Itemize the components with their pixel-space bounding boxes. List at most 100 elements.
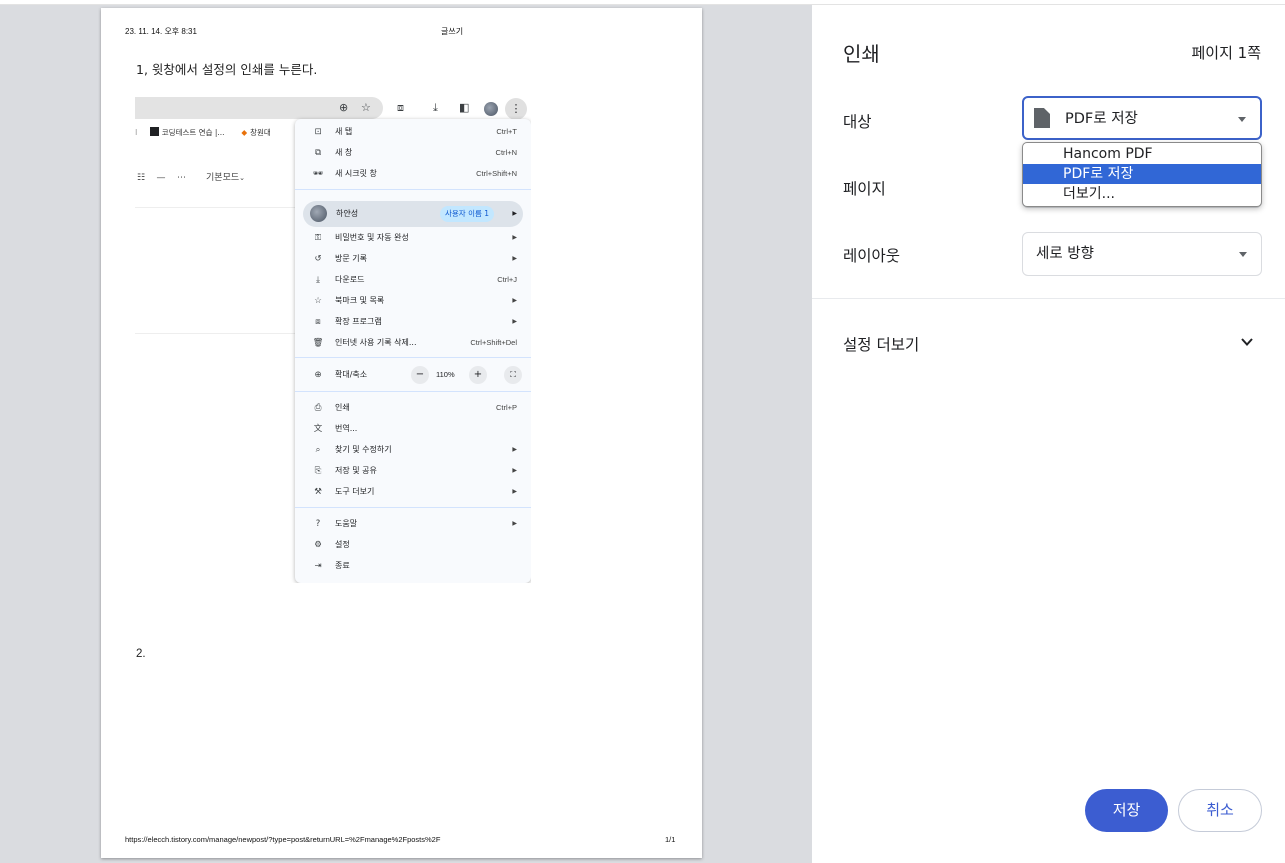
layout-value: 세로 방향: [1036, 246, 1094, 262]
toolbox-icon: ⚒: [314, 487, 322, 497]
zoom-in-button: +: [469, 366, 487, 384]
find-icon: ⌕: [315, 445, 321, 455]
submenu-arrow-icon: ▶: [512, 318, 517, 325]
submenu-arrow-icon: ▶: [512, 255, 517, 262]
zoom-icon: ⊕: [339, 101, 349, 114]
preview-page: 23. 11. 14. 오후 8:31 글쓰기 1, 윗창에서 설정의 인쇄를 …: [101, 8, 702, 858]
submenu-arrow-icon: ▶: [512, 467, 517, 474]
menu-item-incognito: 🕶 새 시크릿 창 Ctrl+Shift+N: [295, 165, 531, 183]
doc-step-1-text: 1, 윗창에서 설정의 인쇄를 누른다.: [136, 62, 318, 77]
menu-item-print: ⎙ 인쇄 Ctrl+P: [295, 399, 531, 417]
chevron-down-icon[interactable]: [1240, 335, 1254, 349]
submenu-arrow-icon: ▶: [512, 520, 517, 527]
bookmark-label: 코딩테스트 연습 |...: [161, 128, 225, 137]
incognito-icon: 🕶: [312, 169, 324, 179]
bookmark-logo-icon: ◆: [241, 128, 248, 137]
submenu-arrow-icon: ▶: [512, 488, 517, 495]
menu-item-translate: 文 번역...: [295, 420, 531, 438]
menu-item-find: ⌕ 찾기 및 수정하기 ▶: [295, 441, 531, 459]
more-icon: ⋯: [176, 173, 186, 183]
menu-item-bookmarks: ☆ 북마크 및 목록 ▶: [295, 292, 531, 310]
menu-item-exit: ⇥ 종료: [295, 557, 531, 575]
menu-separator: [295, 357, 531, 358]
hr-icon: —: [156, 173, 166, 183]
bookmark-label: 창원대: [250, 128, 271, 137]
trash-icon: 🗑: [312, 338, 324, 348]
print-preview-area[interactable]: 23. 11. 14. 오후 8:31 글쓰기 1, 윗창에서 설정의 인쇄를 …: [0, 5, 812, 863]
menu-item-history: ↺ 방문 기록 ▶: [295, 250, 531, 268]
destination-option-more[interactable]: 더보기...: [1023, 184, 1261, 204]
page-header-title: 글쓰기: [441, 27, 464, 36]
menu-item-extensions: ⧈ 확장 프로그램 ▶: [295, 313, 531, 331]
translate-icon: 文: [313, 424, 323, 434]
dropdown-caret-icon: [1239, 252, 1247, 257]
menu-item-new-tab: ⊡ 새 탭 Ctrl+T: [295, 123, 531, 141]
bookmark-flag-icon: [149, 127, 159, 136]
submenu-arrow-icon: ▶: [512, 210, 517, 217]
submenu-arrow-icon: ▶: [512, 297, 517, 304]
new-window-icon: ⧉: [314, 148, 322, 158]
editor-mode-label: 기본모드: [206, 173, 240, 183]
screenshot-editor-toolbar: ☷ — ⋯ 기본모드⌄: [137, 173, 246, 183]
destination-label: 대상: [843, 113, 872, 131]
new-tab-icon: ⊡: [314, 127, 322, 137]
settings-icon: ⚙: [314, 540, 322, 550]
list-icon: ☷: [137, 173, 146, 183]
destination-option-hancom-pdf[interactable]: Hancom PDF: [1023, 144, 1261, 164]
file-icon: [1034, 108, 1050, 128]
menu-profile-row: 하얀성 사용자 이름 1 ▶: [303, 201, 523, 227]
save-share-icon: ⎘: [314, 466, 322, 476]
page-footer-url: https://elecch.tistory.com/manage/newpos…: [125, 835, 441, 844]
destination-value: PDF로 저장: [1065, 111, 1138, 127]
menu-item-settings: ⚙ 설정: [295, 536, 531, 554]
layout-label: 레이아웃: [843, 247, 901, 265]
sidepanel-icon: ◧: [459, 101, 470, 114]
screenshot-bookmark-bar: ⁝ 코딩테스트 연습 |... ◆ 창원대: [135, 127, 271, 137]
destination-dropdown-list: Hancom PDF PDF로 저장 더보기...: [1022, 142, 1262, 207]
menu-item-downloads: ⤓ 다운로드 Ctrl+J: [295, 271, 531, 289]
page-title: 인쇄: [843, 42, 880, 66]
screenshot-address-bar: ⊕ ☆: [135, 97, 383, 119]
divider: [812, 298, 1285, 299]
download-icon: ⤓: [316, 275, 320, 285]
destination-select[interactable]: PDF로 저장: [1022, 96, 1262, 140]
print-settings-panel: 인쇄 페이지 1쪽 대상 PDF로 저장 페이지 레이아웃 세로 방향 Hanc…: [812, 5, 1285, 863]
cancel-button[interactable]: 취소: [1178, 789, 1262, 832]
menu-separator: [295, 189, 531, 190]
layout-select[interactable]: 세로 방향: [1022, 232, 1262, 276]
avatar: [484, 102, 498, 116]
destination-option-save-pdf[interactable]: PDF로 저장: [1023, 164, 1261, 184]
profile-name: 하얀성: [336, 209, 359, 218]
zoom-value: 110%: [436, 370, 455, 379]
page-header-datetime: 23. 11. 14. 오후 8:31: [125, 27, 197, 36]
save-button[interactable]: 저장: [1085, 789, 1168, 832]
more-settings-toggle[interactable]: 설정 더보기: [843, 333, 919, 355]
menu-item-new-window: ⧉ 새 창 Ctrl+N: [295, 144, 531, 162]
doc-step-2-text: 2.: [136, 648, 146, 660]
menu-item-save-share: ⎘ 저장 및 공유 ▶: [295, 462, 531, 480]
extension-icon: ⧈: [315, 317, 321, 327]
print-icon: ⎙: [314, 403, 322, 413]
menu-item-help: ? 도움말 ▶: [295, 515, 531, 533]
key-icon: ⚿: [314, 233, 322, 243]
extension-icon: ⧈: [397, 101, 404, 114]
menu-item-clear-history: 🗑 인터넷 사용 기록 삭제... Ctrl+Shift+Del: [295, 334, 531, 352]
kebab-menu-icon: ⋮: [505, 98, 527, 120]
embedded-browser-screenshot: ⊕ ☆ ⧈ ⤓ ◧ ⋮ ⁝ 코딩테스트 연습 |... ◆ 창원대 ☷ — ⋯ 기…: [135, 93, 531, 583]
fullscreen-icon: ⛶: [504, 366, 522, 384]
page-footer-number: 1/1: [665, 835, 676, 844]
pages-label: 페이지: [843, 180, 886, 198]
menu-item-more-tools: ⚒ 도구 더보기 ▶: [295, 483, 531, 501]
exit-icon: ⇥: [314, 561, 322, 571]
dropdown-caret-icon: [1238, 117, 1246, 122]
submenu-arrow-icon: ▶: [512, 234, 517, 241]
menu-separator: [295, 507, 531, 508]
page-count: 페이지 1쪽: [1191, 44, 1261, 62]
profile-chip: 사용자 이름 1: [440, 206, 495, 222]
star-icon: ☆: [361, 101, 371, 114]
chrome-main-menu: ⊡ 새 탭 Ctrl+T ⧉ 새 창 Ctrl+N 🕶 새 시크릿 창 Ctrl…: [295, 119, 531, 583]
submenu-arrow-icon: ▶: [512, 446, 517, 453]
zoom-out-button: −: [411, 366, 429, 384]
help-icon: ?: [315, 519, 321, 529]
zoom-icon: ⊕: [314, 370, 322, 380]
